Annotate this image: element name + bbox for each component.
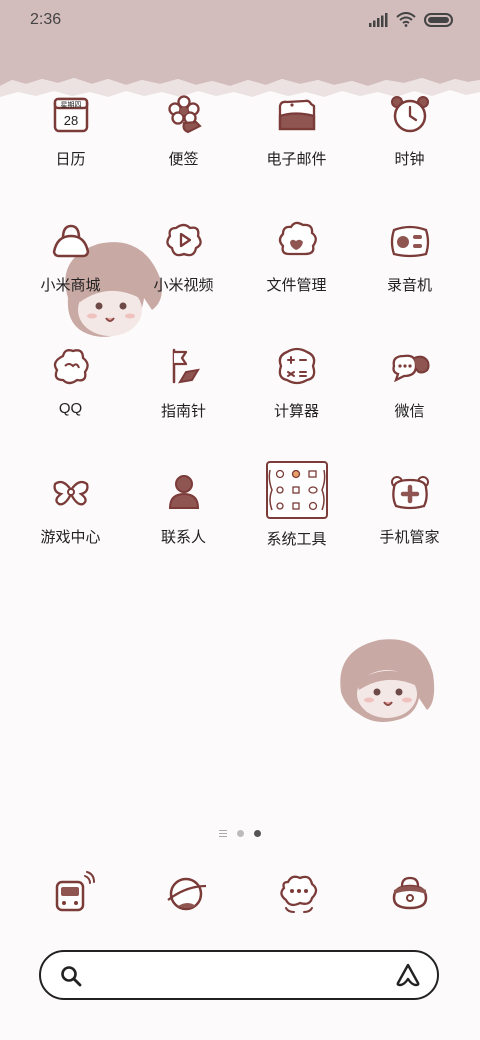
page-menu-icon (219, 830, 227, 837)
dock (14, 870, 466, 920)
wechat-icon (391, 354, 429, 383)
app-notes[interactable]: 便签 (127, 92, 240, 169)
app-label: 系统工具 (266, 531, 327, 548)
girl-illustration-right (340, 639, 435, 722)
status-icons (369, 12, 454, 27)
battery-icon (424, 12, 453, 27)
app-game-center[interactable]: 游戏中心 (14, 470, 127, 547)
app-label: 手机管家 (379, 529, 440, 546)
app-wechat[interactable]: 微信 (353, 344, 466, 421)
shop-bag-icon (52, 224, 89, 258)
app-label: 小米商城 (40, 277, 101, 294)
app-label: 微信 (394, 403, 425, 420)
browser-planet-icon[interactable] (164, 870, 210, 916)
app-compass[interactable]: 指南针 (127, 344, 240, 421)
app-mi-video[interactable]: 小米视频 (127, 218, 240, 295)
app-label: 游戏中心 (40, 529, 101, 546)
wifi-icon (396, 12, 416, 27)
app-label: 文件管理 (266, 277, 327, 294)
calculator-icon (278, 347, 315, 385)
clock-icon (390, 96, 429, 133)
calendar-day: 28 (63, 113, 77, 128)
mail-icon (278, 99, 315, 131)
app-label: 时钟 (394, 151, 425, 168)
app-system-tools[interactable]: 系统工具 (240, 460, 353, 549)
app-qq[interactable]: QQ (14, 344, 127, 417)
app-label: 小米视频 (153, 277, 214, 294)
app-contacts[interactable]: 联系人 (127, 470, 240, 547)
calendar-weekday: 星期四 (60, 101, 81, 109)
tools-folder-icon (265, 461, 328, 519)
page-dot (237, 830, 244, 837)
contact-person-icon (168, 475, 199, 509)
app-mail[interactable]: 电子邮件 (240, 92, 353, 169)
search-input[interactable] (93, 962, 377, 990)
flower-note-icon (167, 95, 202, 134)
search-icon (61, 966, 82, 987)
page-indicator[interactable] (0, 830, 480, 837)
app-recorder[interactable]: 录音机 (353, 218, 466, 295)
app-security[interactable]: 手机管家 (353, 470, 466, 547)
app-label: 电子邮件 (266, 151, 327, 168)
camera-bag-icon[interactable] (388, 870, 434, 916)
app-label: 日历 (55, 151, 86, 168)
app-label: 联系人 (160, 529, 206, 546)
video-play-icon (165, 223, 202, 257)
compass-flag-icon (172, 348, 200, 384)
assistant-icon[interactable] (395, 963, 421, 987)
security-plus-icon (390, 476, 429, 510)
app-label: 指南针 (160, 403, 206, 420)
calendar-icon: 星期四 28 (53, 97, 88, 133)
search-bar[interactable] (39, 950, 439, 1000)
message-bubble-icon[interactable] (276, 870, 322, 916)
game-bow-icon (52, 480, 89, 506)
app-label: 便签 (168, 151, 199, 168)
app-calculator[interactable]: 计算器 (240, 344, 353, 421)
status-time: 2:36 (30, 11, 62, 28)
radio-recorder-icon (390, 225, 429, 258)
qq-icon (53, 349, 89, 385)
status-bar: 2:36 (0, 0, 480, 40)
page-dot-active (254, 830, 261, 837)
app-clock[interactable]: 时钟 (353, 92, 466, 169)
app-calendar[interactable]: 星期四 28 日历 (14, 92, 127, 169)
app-label: 计算器 (273, 403, 319, 420)
phone-call-icon[interactable] (52, 870, 98, 916)
folder-cloud-icon (278, 221, 317, 256)
app-mi-store[interactable]: 小米商城 (14, 218, 127, 295)
app-label: QQ (58, 400, 83, 417)
app-file-manager[interactable]: 文件管理 (240, 218, 353, 295)
signal-icon (369, 12, 388, 27)
app-label: 录音机 (386, 277, 432, 294)
